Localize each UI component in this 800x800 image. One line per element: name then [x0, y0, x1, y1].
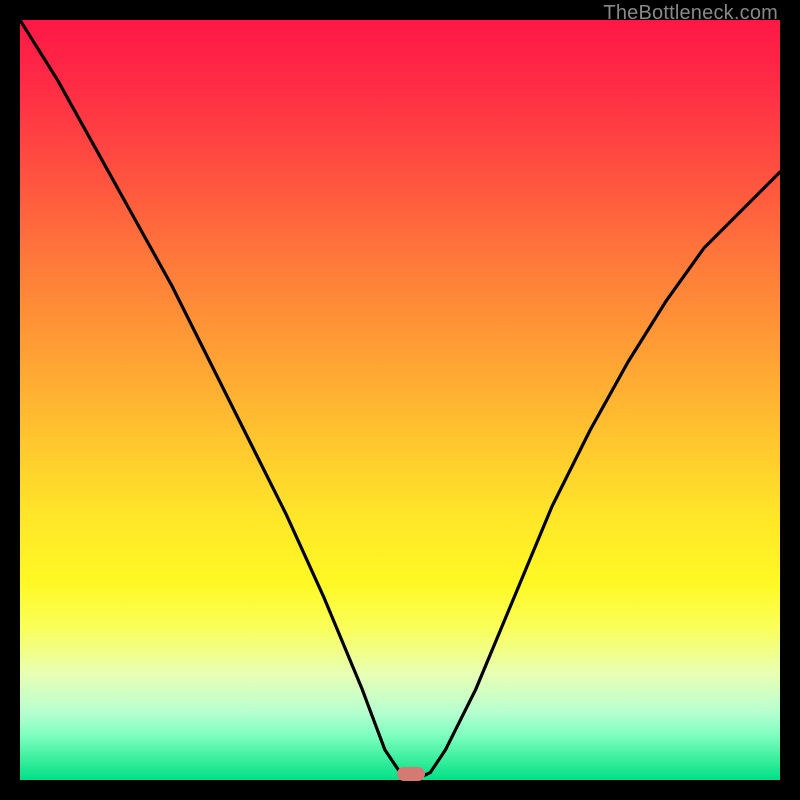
optimal-point-marker — [397, 767, 425, 781]
bottleneck-curve — [20, 20, 780, 780]
chart-plot-area — [20, 20, 780, 780]
watermark-text: TheBottleneck.com — [603, 2, 778, 25]
